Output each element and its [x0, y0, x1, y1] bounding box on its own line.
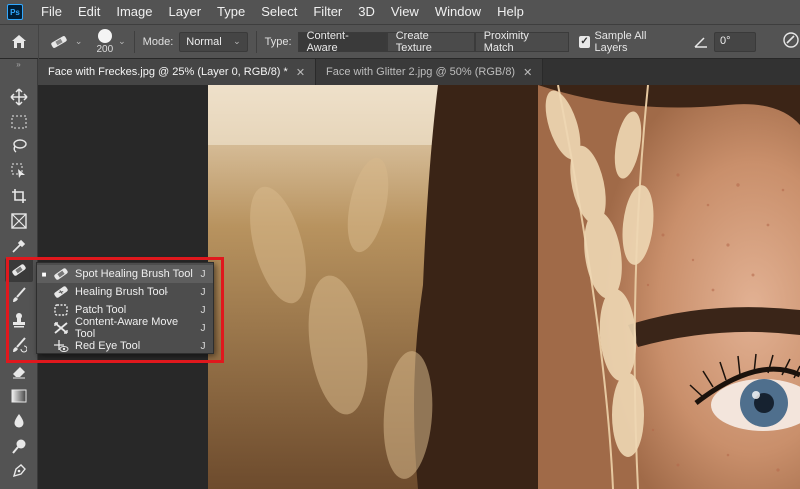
- type-content-aware-button[interactable]: Content-Aware: [297, 30, 387, 54]
- sample-all-layers-label: Sample All Layers: [594, 29, 647, 54]
- brush-picker[interactable]: 200: [96, 28, 114, 55]
- photo-face-with-freckles: [208, 85, 800, 489]
- chevron-down-icon[interactable]: ⌄: [118, 36, 126, 47]
- menu-filter[interactable]: Filter: [305, 0, 350, 24]
- menu-bar: Ps File Edit Image Layer Type Select Fil…: [0, 0, 800, 24]
- pressure-size-icon[interactable]: [782, 31, 800, 52]
- divider: [255, 30, 257, 53]
- gradient-icon[interactable]: [5, 384, 33, 408]
- document-canvas[interactable]: [208, 85, 800, 489]
- brush-size-value: 200: [96, 43, 114, 55]
- dodge-icon[interactable]: [5, 434, 33, 458]
- menu-type[interactable]: Type: [209, 0, 253, 24]
- frame-icon[interactable]: [5, 209, 33, 233]
- object-select-icon[interactable]: [5, 159, 33, 183]
- menu-select[interactable]: Select: [253, 0, 305, 24]
- mode-label: Mode:: [142, 35, 174, 48]
- tab-title: Face with Freckes.jpg @ 25% (Layer 0, RG…: [48, 66, 288, 78]
- close-icon[interactable]: ✕: [523, 66, 532, 79]
- close-icon[interactable]: ✕: [296, 66, 305, 79]
- menu-window[interactable]: Window: [427, 0, 489, 24]
- home-button[interactable]: [0, 24, 39, 59]
- spot-healing-icon: [51, 35, 67, 48]
- tool-preset-picker[interactable]: ⌄: [39, 34, 83, 50]
- annotation-highlight-box: [6, 257, 224, 363]
- type-proximity-match-button[interactable]: Proximity Match: [474, 30, 569, 54]
- collapse-grip-icon[interactable]: »: [0, 59, 37, 71]
- checkbox-checked-icon: ✓: [578, 35, 591, 48]
- chevron-down-icon: ⌄: [74, 36, 83, 46]
- angle-icon: [694, 36, 707, 48]
- menu-edit[interactable]: Edit: [70, 0, 108, 24]
- document-tab[interactable]: Face with Glitter 2.jpg @ 50% (RGB/8) ✕: [316, 59, 544, 85]
- type-create-texture-button[interactable]: Create Texture: [386, 30, 475, 54]
- options-bar: ⌄ 200 ⌄ Mode: Normal ⌄ Type: Content-Awa…: [0, 24, 800, 59]
- mode-value: Normal: [186, 35, 222, 48]
- menu-image[interactable]: Image: [108, 0, 160, 24]
- angle-input[interactable]: 0°: [713, 31, 756, 52]
- menu-file[interactable]: File: [33, 0, 70, 24]
- brush-tip-preview: [97, 28, 112, 43]
- menu-3d[interactable]: 3D: [350, 0, 383, 24]
- chevron-down-icon: ⌄: [233, 36, 241, 46]
- lasso-icon[interactable]: [5, 134, 33, 158]
- type-label: Type:: [264, 35, 292, 48]
- document-tab[interactable]: Face with Freckes.jpg @ 25% (Layer 0, RG…: [38, 59, 317, 85]
- crop-icon[interactable]: [5, 184, 33, 208]
- divider: [133, 30, 135, 53]
- tab-title: Face with Glitter 2.jpg @ 50% (RGB/8): [326, 66, 516, 78]
- sample-all-layers-checkbox[interactable]: ✓ Sample All Layers: [578, 29, 680, 54]
- eyedropper-icon[interactable]: [5, 234, 33, 258]
- menu-help[interactable]: Help: [489, 0, 532, 24]
- marquee-icon[interactable]: [5, 110, 33, 134]
- document-tabs: Face with Freckes.jpg @ 25% (Layer 0, RG…: [38, 59, 800, 85]
- move-icon[interactable]: [5, 85, 33, 109]
- brush-angle-group: 0°: [694, 31, 756, 52]
- menu-layer[interactable]: Layer: [161, 0, 210, 24]
- photoshop-logo: Ps: [7, 4, 23, 20]
- home-icon: [11, 35, 26, 48]
- blur-icon[interactable]: [5, 409, 33, 433]
- pen-icon[interactable]: [5, 459, 33, 483]
- menu-view[interactable]: View: [383, 0, 427, 24]
- mode-select[interactable]: Normal ⌄: [179, 31, 248, 52]
